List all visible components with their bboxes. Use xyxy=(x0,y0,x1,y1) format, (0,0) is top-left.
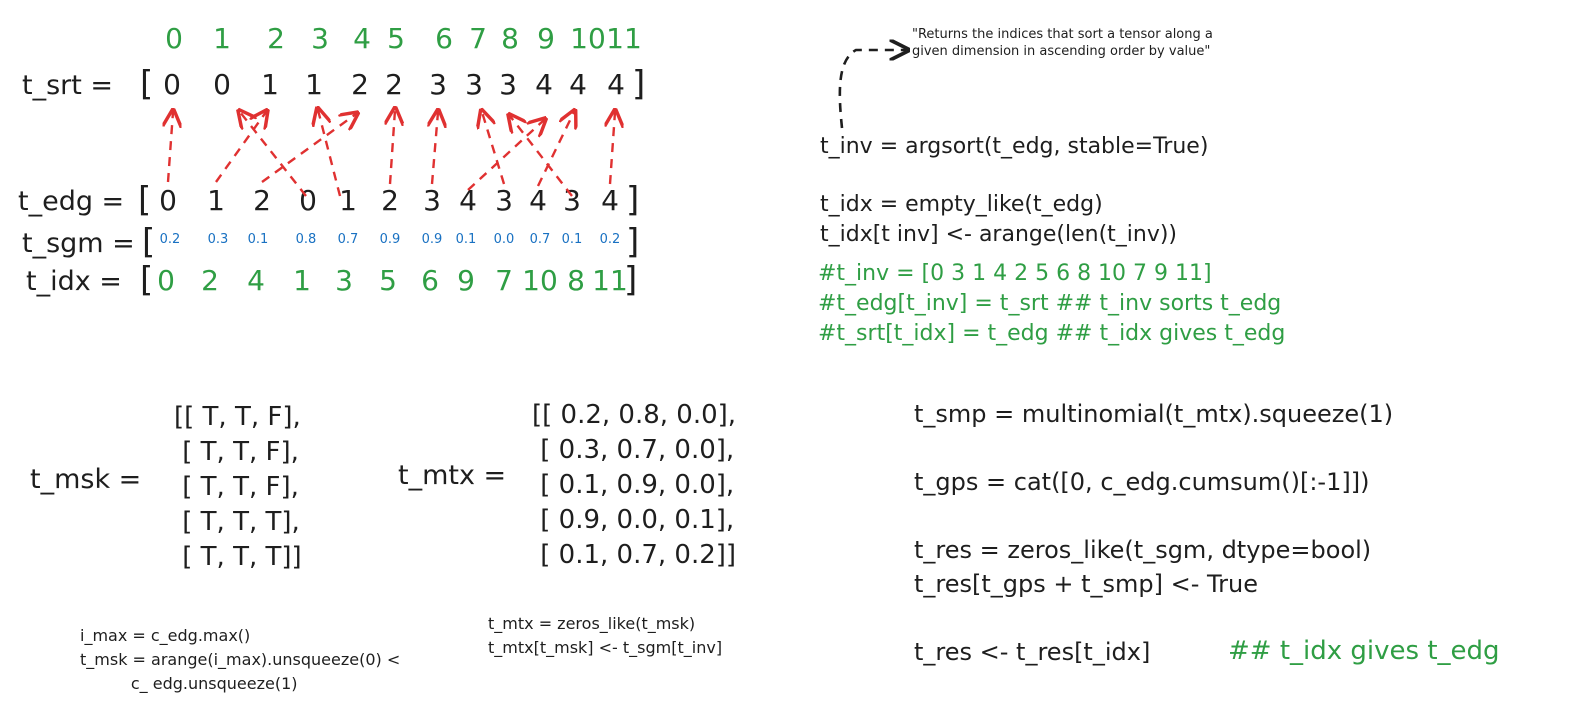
zeros-like-line: t_res = zeros_like(t_sgm, dtype=bool) xyxy=(914,536,1372,564)
mask-code-line: c_ edg.unsqueeze(1) xyxy=(80,674,298,693)
red-dashed-arrow xyxy=(536,112,574,187)
mask-code-line: t_msk = arange(i_max).unsqueeze(0) < xyxy=(80,650,401,669)
reindex-comment: ## t_idx gives t_edg xyxy=(1228,636,1500,666)
t-msk-row: [ T, T, F], xyxy=(174,472,299,502)
argsort-comment: "Returns the indices that sort a tensor … xyxy=(912,27,1213,59)
t-msk-label: t_msk = xyxy=(30,464,150,495)
t-mtx-row: [[ 0.2, 0.8, 0.0], xyxy=(532,400,737,430)
red-dashed-arrow xyxy=(390,110,395,185)
empty-like-line: t_idx = empty_like(t_edg) xyxy=(820,192,1103,217)
black-dashed-arrow xyxy=(838,50,906,129)
multinomial-line: t_smp = multinomial(t_mtx).squeeze(1) xyxy=(914,400,1394,428)
red-dashed-arrow xyxy=(467,120,544,191)
argsort-line: t_inv = argsort(t_edg, stable=True) xyxy=(820,134,1209,159)
mask-code-line: i_max = c_edg.max() xyxy=(80,626,251,645)
reindex-line: t_res <- t_res[t_idx] xyxy=(914,638,1151,666)
arange-line: t_idx[t inv] <- arange(len(t_inv)) xyxy=(820,222,1178,247)
t-msk-row: [ T, T, T]] xyxy=(174,542,302,572)
red-dashed-arrow xyxy=(215,112,266,183)
red-dashed-arrow xyxy=(168,112,173,183)
red-dashed-arrow xyxy=(510,116,573,197)
mtx-code-line: t_mtx[t_msk] <- t_sgm[t_inv] xyxy=(488,638,723,657)
arrow-layer xyxy=(0,0,1595,197)
t-msk-row: [ T, T, T], xyxy=(174,507,300,537)
comment-t-edg-sorts: #t_edg[t_inv] = t_srt ## t_inv sorts t_e… xyxy=(818,291,1282,316)
t-mtx-label: t_mtx = xyxy=(398,460,515,491)
red-dashed-arrow xyxy=(432,112,438,185)
t-mtx-row: [ 0.3, 0.7, 0.0], xyxy=(532,435,735,465)
red-dashed-arrow xyxy=(261,114,356,183)
red-dashed-arrow xyxy=(318,110,342,197)
t-mtx-row: [ 0.1, 0.7, 0.2]] xyxy=(532,540,737,570)
t-mtx-row: [ 0.9, 0.0, 0.1], xyxy=(532,505,735,535)
t-msk-row: [[ T, T, F], xyxy=(174,402,301,432)
mtx-code-line: t_mtx = zeros_like(t_msk) xyxy=(488,614,696,633)
comment-t-idx-gives: #t_srt[t_idx] = t_edg ## t_idx gives t_e… xyxy=(818,321,1286,346)
red-dashed-arrow xyxy=(610,112,615,185)
set-true-line: t_res[t_gps + t_smp] <- True xyxy=(914,570,1259,598)
t-msk-row: [ T, T, F], xyxy=(174,437,299,467)
red-dashed-arrow xyxy=(240,112,307,197)
comment-t-inv: #t_inv = [0 3 1 4 2 5 6 8 10 7 9 11] xyxy=(818,261,1212,286)
cumsum-line: t_gps = cat([0, c_edg.cumsum()[:-1]]) xyxy=(914,468,1370,496)
t-mtx-row: [ 0.1, 0.9, 0.0], xyxy=(532,470,735,500)
